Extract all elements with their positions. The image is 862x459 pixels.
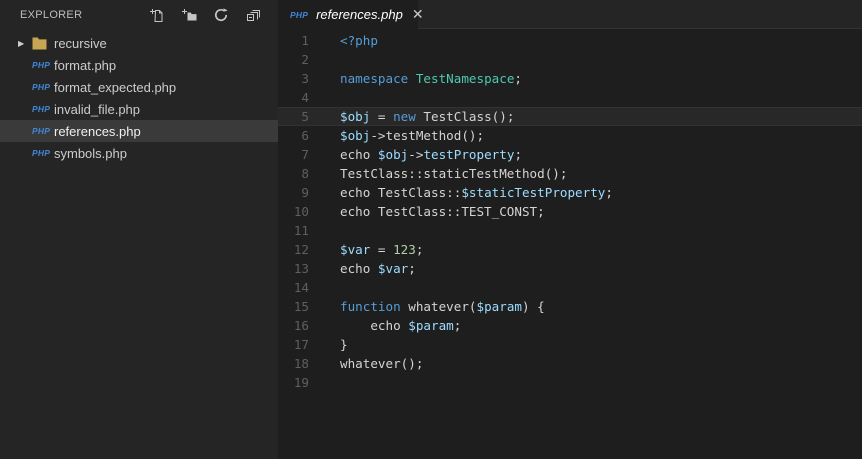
line-number: 15 <box>293 299 309 314</box>
line-number: 9 <box>301 185 309 200</box>
tab-bar: PHP references.php ✕ <box>278 0 862 29</box>
close-icon[interactable]: ✕ <box>412 8 424 22</box>
php-file-icon: PHP <box>32 60 51 70</box>
line-number: 11 <box>293 223 309 238</box>
line-number: 16 <box>293 318 309 333</box>
tree-item-label: symbols.php <box>54 145 127 161</box>
line-number: 2 <box>301 52 309 67</box>
code-line-2[interactable]: 2 <box>278 50 862 69</box>
tree-file-references-php[interactable]: PHP references.php <box>0 120 278 142</box>
line-number: 5 <box>301 109 309 124</box>
new-folder-button[interactable] <box>180 6 198 24</box>
tree-item-label: references.php <box>54 123 141 139</box>
line-number: 7 <box>301 147 309 162</box>
explorer-title: EXPLORER <box>20 9 83 21</box>
line-number: 1 <box>301 33 309 48</box>
code-line-7[interactable]: 7 echo $obj->testProperty; <box>278 145 862 164</box>
php-file-icon: PHP <box>32 126 51 136</box>
code-text: <?php <box>340 33 378 48</box>
php-file-icon: PHP <box>32 82 51 92</box>
code-line-8[interactable]: 8 TestClass::staticTestMethod(); <box>278 164 862 183</box>
line-number: 17 <box>293 337 309 352</box>
code-line-14[interactable]: 14 <box>278 278 862 297</box>
code-editor[interactable]: 1 <?php 2 3 namespace TestNamespace; 4 5 $obj =… <box>278 29 862 459</box>
line-number: 10 <box>293 204 309 219</box>
code-line-5[interactable]: 5 $obj = new TestClass(); <box>278 107 862 126</box>
file-tree: ▶ recursive PHP format.php PHP format_expecte… <box>0 32 278 164</box>
tree-item-label: recursive <box>54 35 107 51</box>
collapse-all-icon <box>245 7 261 23</box>
line-number: 3 <box>301 71 309 86</box>
code-text: whatever(); <box>340 356 424 371</box>
line-number: 13 <box>293 261 309 276</box>
code-text: function whatever($param) { <box>340 299 545 314</box>
line-number: 4 <box>301 90 309 105</box>
tree-item-label: invalid_file.php <box>54 101 141 117</box>
code-line-3[interactable]: 3 namespace TestNamespace; <box>278 69 862 88</box>
explorer-header: EXPLORER <box>0 0 278 30</box>
tree-file-format-expected-php[interactable]: PHP format_expected.php <box>0 76 278 98</box>
new-file-icon <box>149 7 165 23</box>
code-text: } <box>340 337 348 352</box>
tree-item-label: format.php <box>54 57 117 73</box>
folder-icon <box>32 37 54 50</box>
refresh-icon <box>213 7 229 23</box>
code-text: TestClass::staticTestMethod(); <box>340 166 568 181</box>
php-file-icon: PHP <box>32 148 51 158</box>
code-text: $obj = new TestClass(); <box>340 109 515 124</box>
line-number: 18 <box>293 356 309 371</box>
code-text: echo TestClass::$staticTestProperty; <box>340 185 613 200</box>
php-file-icon: PHP <box>32 104 51 114</box>
tree-item-label: format_expected.php <box>54 79 177 95</box>
refresh-button[interactable] <box>212 6 230 24</box>
code-line-18[interactable]: 18 whatever(); <box>278 354 862 373</box>
php-file-icon: PHP <box>290 9 309 20</box>
code-line-17[interactable]: 17} <box>278 335 862 354</box>
explorer-actions <box>148 6 278 24</box>
editor-area: PHP references.php ✕ 1 <?php 2 3 namespace T… <box>278 0 862 459</box>
line-number: 14 <box>293 280 309 295</box>
line-number: 12 <box>293 242 309 257</box>
code-line-19[interactable]: 19 <box>278 373 862 392</box>
code-line-9[interactable]: 9 echo TestClass::$staticTestProperty; <box>278 183 862 202</box>
code-text: echo $var; <box>340 261 416 276</box>
line-number: 6 <box>301 128 309 143</box>
tree-folder-recursive[interactable]: ▶ recursive <box>0 32 278 54</box>
code-text: echo $param; <box>340 318 462 333</box>
line-number: 19 <box>293 375 309 390</box>
code-text: echo $obj->testProperty; <box>340 147 523 162</box>
explorer-sidebar: EXPLORER ▶ recursive PHP format.php PHP forma… <box>0 0 278 459</box>
code-text: $var = 123; <box>340 242 424 257</box>
vscode-window: EXPLORER ▶ recursive PHP format.php PHP forma… <box>0 0 862 459</box>
code-line-15[interactable]: 15 function whatever($param) { <box>278 297 862 316</box>
code-text: $obj->testMethod(); <box>340 128 485 143</box>
tab-label: references.php <box>316 7 403 22</box>
tree-file-symbols-php[interactable]: PHP symbols.php <box>0 142 278 164</box>
code-text: echo TestClass::TEST_CONST; <box>340 204 545 219</box>
code-line-13[interactable]: 13 echo $var; <box>278 259 862 278</box>
line-number: 8 <box>301 166 309 181</box>
code-line-16[interactable]: 16 echo $param; <box>278 316 862 335</box>
tree-file-format-php[interactable]: PHP format.php <box>0 54 278 76</box>
tree-file-invalid-file-php[interactable]: PHP invalid_file.php <box>0 98 278 120</box>
code-line-10[interactable]: 10 echo TestClass::TEST_CONST; <box>278 202 862 221</box>
chevron-right-icon: ▶ <box>18 38 25 48</box>
code-text: namespace TestNamespace; <box>340 71 522 86</box>
new-file-button[interactable] <box>148 6 166 24</box>
code-line-11[interactable]: 11 <box>278 221 862 240</box>
collapse-all-button[interactable] <box>244 6 262 24</box>
code-line-4[interactable]: 4 <box>278 88 862 107</box>
tab-references-php[interactable]: PHP references.php ✕ <box>278 0 424 29</box>
new-folder-icon <box>181 7 197 23</box>
code-line-1[interactable]: 1 <?php <box>278 31 862 50</box>
code-line-6[interactable]: 6 $obj->testMethod(); <box>278 126 862 145</box>
code-line-12[interactable]: 12 $var = 123; <box>278 240 862 259</box>
